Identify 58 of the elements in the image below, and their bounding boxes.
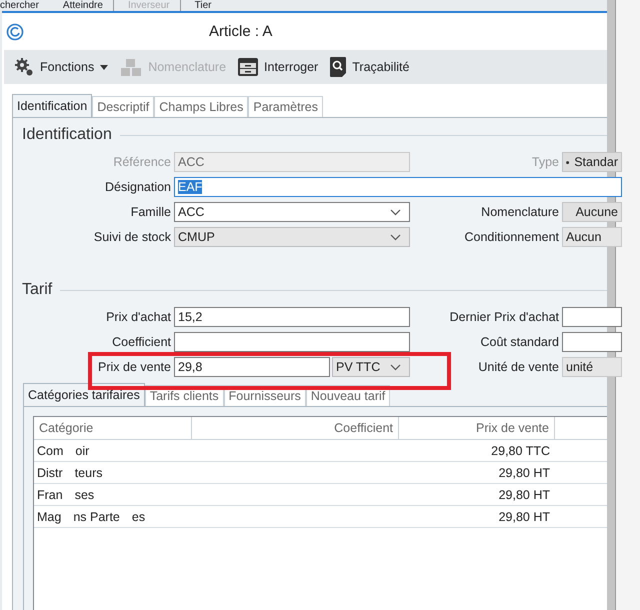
chevron-down-icon: [390, 208, 401, 216]
picker-button[interactable]: Aucune: [562, 202, 622, 222]
text-field[interactable]: 15,2: [174, 307, 410, 327]
field-label: Dernier Prix d'achat: [448, 310, 559, 324]
field-label: Coût standard: [479, 335, 559, 349]
text-field[interactable]: 29,8: [174, 357, 330, 377]
menu-item[interactable]: chercher: [0, 0, 49, 11]
boxes-icon: [120, 57, 142, 77]
table-cell-text: 29,80 HT: [498, 464, 551, 482]
text-field[interactable]: [562, 332, 622, 352]
column-header[interactable]: Prix de vente: [399, 417, 555, 439]
section-title: Identification: [22, 126, 112, 144]
tab[interactable]: Paramètres: [248, 96, 323, 117]
chevron-down-icon: [390, 364, 401, 370]
table-cell-text: 29,80 HT: [498, 508, 551, 526]
window-title: Article : A: [209, 23, 272, 40]
text-field[interactable]: EAF: [174, 177, 622, 197]
tab[interactable]: Identification: [12, 94, 92, 117]
toolbar-button[interactable]: Interroger: [236, 56, 320, 78]
field-label: Prix de vente: [97, 360, 171, 374]
tab[interactable]: Champs Libres: [154, 96, 248, 117]
field-label: Nomenclature: [480, 205, 559, 219]
app-logo-icon: [6, 22, 24, 40]
chevron-down-icon: [390, 234, 401, 240]
table-cell-text: Fran ses: [36, 486, 96, 504]
field-label: Type: [530, 155, 559, 169]
gear-icon: [14, 57, 34, 77]
table-cell-text: Mag ns Parte es: [36, 508, 146, 526]
field-label: Référence: [112, 155, 171, 169]
search-document-icon: [330, 57, 346, 77]
text-field[interactable]: [562, 307, 622, 327]
dropdown[interactable]: PV TTC: [332, 357, 410, 377]
table-cell-text: 29,80 HT: [498, 486, 551, 504]
field-label: Unité de vente: [477, 360, 559, 374]
menu-item[interactable]: Tier: [194, 0, 222, 11]
section-title: Tarif: [22, 281, 52, 299]
cabinet-icon: [238, 58, 258, 76]
table-cell-text: Distr teurs: [36, 464, 104, 482]
field-label: Suivi de stock: [92, 230, 171, 244]
field-label: Coefficient: [111, 335, 171, 349]
table-cell-text: Com oir: [36, 442, 90, 460]
dropdown[interactable]: ACC: [174, 202, 410, 222]
field-label: Famille: [130, 205, 171, 219]
toolbar-button[interactable]: Traçabilité: [328, 55, 412, 79]
text-field[interactable]: unité: [562, 357, 622, 377]
dropdown[interactable]: CMUP: [174, 227, 410, 247]
field-label: Désignation: [104, 180, 171, 194]
tab[interactable]: Catégories tarifaires: [23, 383, 145, 406]
text-field[interactable]: [174, 332, 410, 352]
field-label: Conditionnement: [463, 230, 559, 244]
column-header[interactable]: Catégorie: [34, 417, 192, 439]
column-header[interactable]: Coefficient: [192, 417, 399, 439]
field-label: Prix d'achat: [105, 310, 171, 324]
toolbar-button[interactable]: Fonctions: [12, 55, 110, 79]
table-cell-text: 29,80 TTC: [490, 442, 551, 460]
tab[interactable]: Descriptif: [92, 96, 154, 117]
selected-text: EAF: [178, 180, 202, 194]
text-field[interactable]: Aucun: [562, 227, 622, 247]
